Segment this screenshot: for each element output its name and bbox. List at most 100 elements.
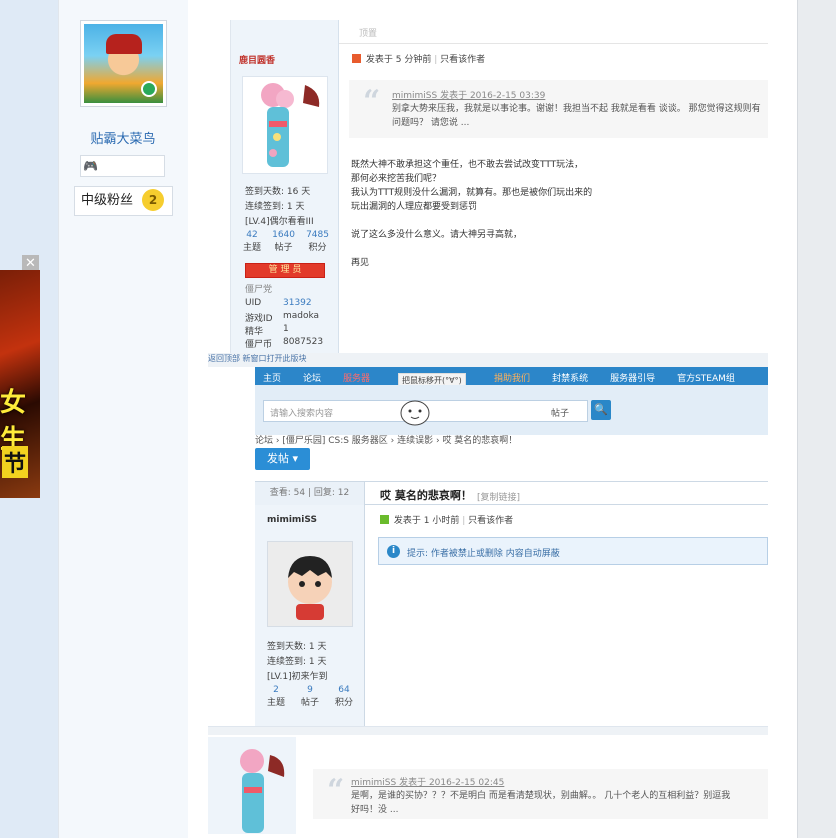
post1-count-num[interactable]: 42	[243, 230, 261, 240]
notice-box: i 提示: 作者被禁止或删除 内容自动屏蔽	[378, 537, 768, 565]
forum-count-num[interactable]: 2	[267, 685, 285, 695]
post1-stat-1: 连续签到: 1 天	[245, 202, 305, 212]
forum-post-meta: 发表于 1 小时前 | 只看该作者	[380, 513, 513, 526]
forum-nav: 主页 论坛 服务器 捐助我们 封禁系统 服务器引导 官方STEAM组	[255, 367, 768, 385]
anime-girl-image	[261, 83, 320, 167]
star-icon: 2	[142, 189, 164, 211]
forum-count-label: 主题	[267, 698, 286, 708]
forum-top-strip-text[interactable]: 返回顶部 新窗口打开此版块	[208, 354, 307, 363]
post1-quote-text: 别拿大势来压我，我就是以事论事。谢谢！我担当不起 我就是看看 谈谈。 那您觉得这…	[392, 104, 761, 128]
nav-item[interactable]: 论坛	[303, 371, 321, 384]
user-avatar[interactable]	[80, 20, 167, 107]
avatar-image	[84, 24, 163, 103]
post1-body-line: 我认为TTT规则没什么漏洞，就算有。那也是被你们玩出来的	[351, 188, 593, 198]
poster-icon	[352, 54, 361, 63]
post1-field-val: madoka	[283, 311, 320, 321]
post1-field-val: 8087523	[283, 337, 324, 347]
post1-body-line: 那何必来挖苦我们呢？	[351, 174, 442, 184]
ad-banner[interactable]: 女生 节	[0, 270, 40, 498]
post1-body-line: 既然大神不敢承担这个重任，也不敢去尝试改变TTT玩法，	[351, 160, 584, 170]
forum-user-sidebar: mimimiSS 签到天数: 1 天 连续签到: 1 天 [LV.1]初来乍到 …	[255, 505, 365, 731]
gamepad-icon: 🎮	[83, 159, 98, 173]
search-button[interactable]: 🔍	[591, 400, 611, 420]
forum-stat-0: 签到天数: 1 天	[267, 642, 327, 652]
thread-title: 哎 莫名的悲哀啊！	[380, 489, 472, 502]
badge-icon	[141, 81, 157, 97]
post1-field-key: UID	[245, 298, 262, 308]
notice-text: 提示: 作者被禁止或删除 内容自动屏蔽	[407, 549, 560, 559]
new-post-button[interactable]: 发帖 ▾	[255, 448, 310, 470]
post1-author-only-link[interactable]: 只看该作者	[440, 55, 485, 65]
right-gutter	[797, 0, 836, 838]
nav-item[interactable]: 封禁系统	[552, 371, 588, 384]
thread-stats: 查看: 54 | 回复: 12	[255, 482, 365, 505]
forum-counts: 2 主题 9 帖子 64 积分	[267, 685, 353, 708]
anime-girl-image	[240, 749, 285, 833]
post1-avatar	[242, 76, 328, 174]
medal-slot: 🎮	[80, 155, 165, 177]
quote-mark-icon: “	[363, 84, 381, 119]
nav-item[interactable]: 服务器引导	[610, 371, 655, 384]
search-scope-select[interactable]: 帖子	[551, 406, 569, 419]
nav-item[interactable]: 官方STEAM组	[677, 371, 735, 384]
post1-field-key: 僵尸币	[245, 340, 273, 350]
copy-link[interactable]: [复制链接]	[477, 490, 520, 503]
post1-time: 发表于 5 分钟前	[365, 55, 432, 65]
nav-item[interactable]: 主页	[263, 371, 281, 384]
forum-stat-2: [LV.1]初来乍到	[267, 672, 328, 682]
post3-quote: “ mimimiSS 发表于 2016-2-15 02:45 是啊，是谁的买协？…	[313, 769, 768, 819]
screenshot-forum: 返回顶部 新窗口打开此版块 主页 论坛 服务器 捐助我们 封禁系统 服务器引导 …	[208, 353, 768, 731]
screenshot-post-3: “ mimimiSS 发表于 2016-2-15 02:45 是啊，是谁的买协？…	[208, 726, 768, 834]
forum-post-time: 发表于 1 小时前	[393, 516, 460, 526]
post1-body-line: 说了这么多没什么意义。请大神另寻高就，	[351, 230, 523, 240]
forum-poster-name[interactable]: mimimiSS	[267, 515, 317, 525]
post1-meta: 发表于 5 分钟前 | 只看该作者	[352, 52, 485, 65]
post1-poster-name[interactable]: 鹿目圆香	[239, 53, 275, 66]
profile-column	[58, 0, 188, 838]
screenshot-post-1: 鹿目圆香 签到天数: 16 天 连续签到: 1 天 [LV.4]偶尔看看III …	[230, 20, 768, 356]
post3-quote-text: 是啊，是谁的买协？？？不是明白 而是看清楚现状，别曲解。。 几十个老人的互相利益…	[351, 791, 731, 815]
forum-author-only-link[interactable]: 只看该作者	[468, 516, 513, 526]
post1-user-sidebar: 鹿目圆香 签到天数: 16 天 连续签到: 1 天 [LV.4]偶尔看看III …	[231, 20, 339, 356]
post1-field-key: 游戏ID	[245, 314, 273, 324]
post1-body: 既然大神不敢承担这个重任，也不敢去尝试改变TTT玩法， 那何必来挖苦我们呢？ 我…	[351, 158, 751, 270]
ad-text-primary: 女生	[0, 388, 27, 455]
top-label[interactable]: 顶置	[359, 29, 377, 39]
post3-user-sidebar	[208, 737, 296, 834]
quote-mark-icon: “	[327, 773, 345, 808]
post1-body-line: 再见	[351, 258, 370, 268]
post1-count-num[interactable]: 7485	[306, 230, 329, 240]
post1-stat-0: 签到天数: 16 天	[245, 187, 311, 197]
post1-count-num[interactable]: 1640	[272, 230, 295, 240]
post1-count-label: 积分	[308, 243, 327, 253]
ad-text-secondary: 节	[2, 446, 29, 478]
post1-quote: “ mimimiSS 发表于 2016-2-15 03:39 别拿大势来压我，我…	[349, 80, 768, 138]
post1-count-label: 帖子	[274, 243, 293, 253]
forum-count-num[interactable]: 64	[335, 685, 353, 695]
post3-quote-author[interactable]: mimimiSS 发表于 2016-2-15 02:45	[351, 775, 504, 788]
forum-count-label: 帖子	[300, 698, 319, 708]
poster-icon	[380, 515, 389, 524]
post1-body-line: 玩出漏洞的人理应都要受到惩罚	[351, 202, 478, 212]
thread-header: 查看: 54 | 回复: 12 哎 莫名的悲哀啊！ [复制链接]	[255, 481, 768, 505]
forum-count-num[interactable]: 9	[301, 685, 319, 695]
post1-top-bar: 顶置	[339, 20, 768, 44]
role-badge: 管 理 员	[245, 263, 325, 278]
post1-field-val: 31392	[283, 298, 312, 308]
post1-field-val: 1	[283, 324, 289, 334]
hat-shape	[106, 34, 142, 54]
boy-avatar-image	[288, 556, 332, 620]
profile-username[interactable]: 贴霸大菜鸟	[58, 128, 188, 147]
mascot-icon	[400, 400, 430, 426]
post1-quote-author[interactable]: mimimiSS 发表于 2016-2-15 03:39	[392, 88, 545, 101]
nav-item[interactable]: 捐助我们	[494, 371, 530, 384]
post1-field-key: 精华	[245, 327, 264, 337]
forum-poster-avatar	[267, 541, 353, 627]
breadcrumb[interactable]: 论坛 › [僵尸乐园] CS:S 服务器区 › 连续误影 › 哎 莫名的悲哀啊！	[255, 433, 517, 446]
post1-stat-2: [LV.4]偶尔看看III	[245, 217, 314, 227]
nav-item[interactable]: 服务器	[343, 371, 370, 384]
forum-top-strip: 返回顶部 新窗口打开此版块	[208, 353, 768, 367]
post1-group: 僵尸党	[245, 285, 273, 295]
forum-count-label: 积分	[334, 698, 353, 708]
post1-counts: 42 主题 1640 帖子 7485 积分	[243, 230, 329, 253]
